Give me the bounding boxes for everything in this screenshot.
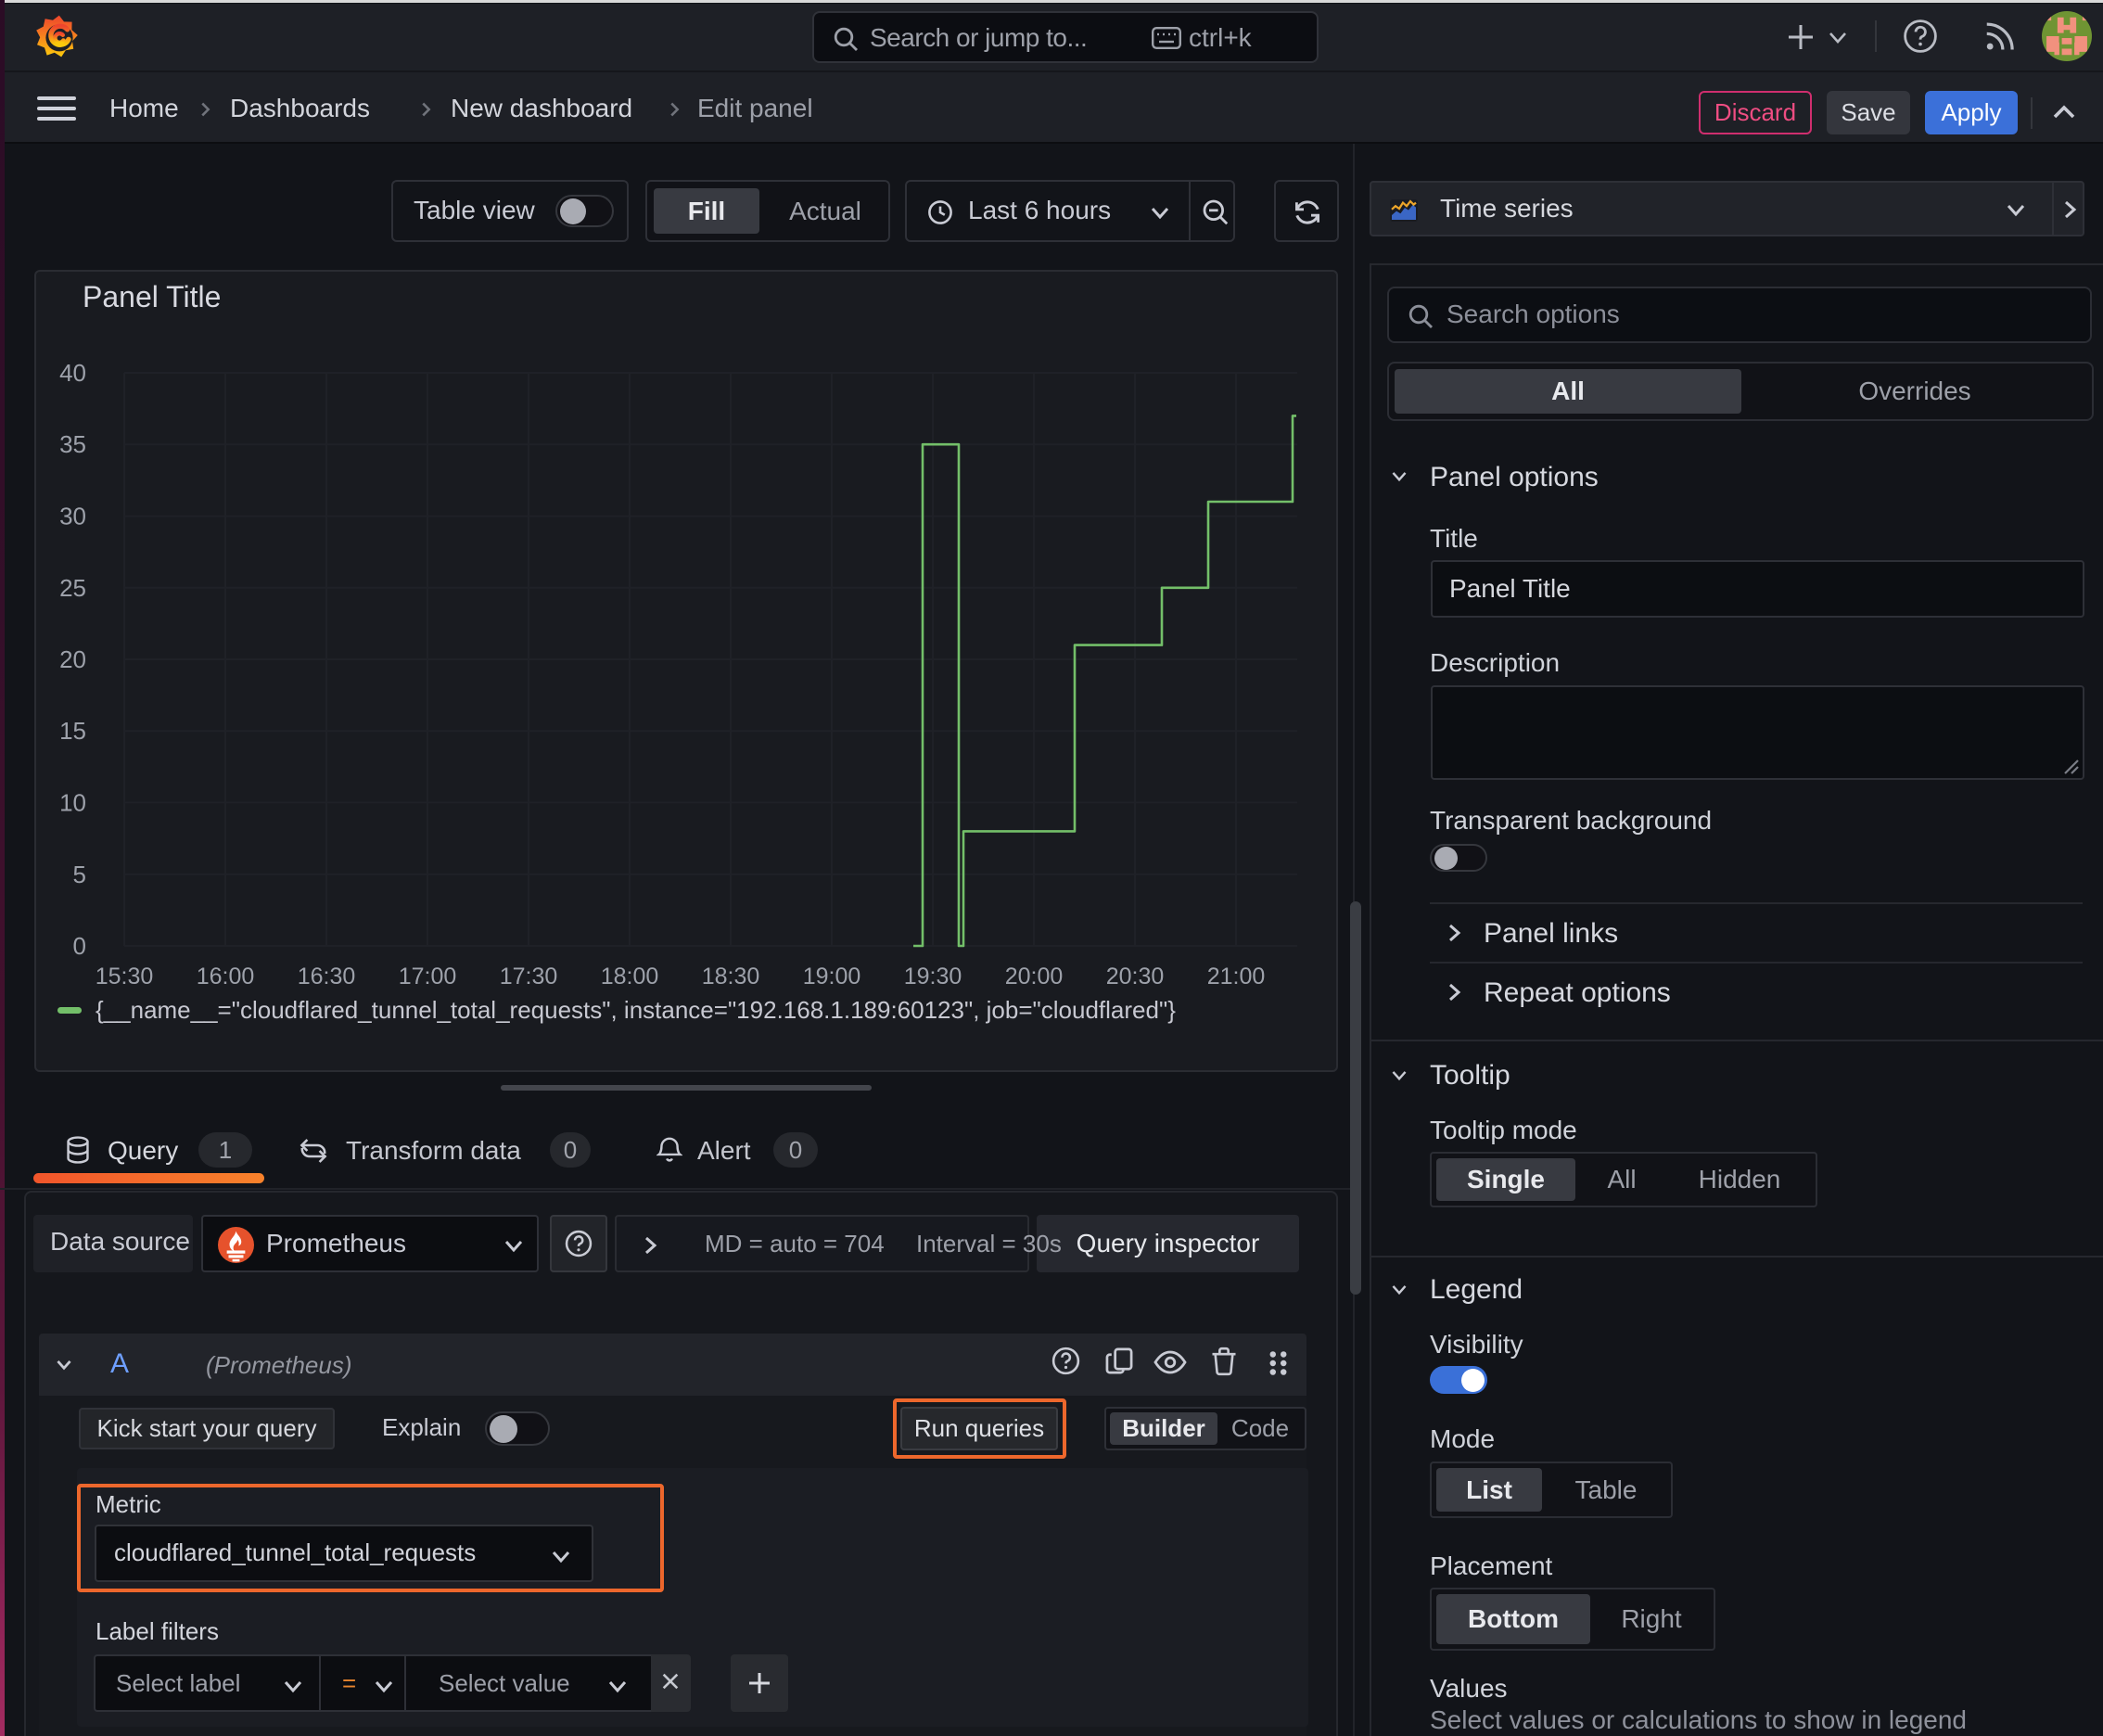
svg-text:18:30: 18:30: [702, 964, 760, 989]
svg-text:10: 10: [59, 789, 86, 817]
svg-text:19:00: 19:00: [803, 964, 861, 989]
svg-text:35: 35: [59, 430, 86, 458]
svg-text:17:30: 17:30: [500, 964, 558, 989]
svg-text:20:00: 20:00: [1005, 964, 1064, 989]
svg-text:{__name__="cloudflared_tunnel_: {__name__="cloudflared_tunnel_total_requ…: [96, 996, 1176, 1024]
svg-text:25: 25: [59, 574, 86, 602]
svg-text:5: 5: [73, 861, 86, 888]
svg-text:20:30: 20:30: [1106, 964, 1165, 989]
svg-text:21:00: 21:00: [1207, 964, 1266, 989]
svg-text:20: 20: [59, 645, 86, 673]
svg-text:15:30: 15:30: [96, 964, 154, 989]
svg-text:19:30: 19:30: [904, 964, 962, 989]
svg-text:15: 15: [59, 717, 86, 745]
svg-text:18:00: 18:00: [601, 964, 659, 989]
svg-text:40: 40: [59, 359, 86, 387]
svg-text:30: 30: [59, 502, 86, 530]
svg-text:0: 0: [73, 932, 86, 960]
svg-text:16:30: 16:30: [298, 964, 356, 989]
svg-text:16:00: 16:00: [197, 964, 255, 989]
svg-text:17:00: 17:00: [399, 964, 457, 989]
